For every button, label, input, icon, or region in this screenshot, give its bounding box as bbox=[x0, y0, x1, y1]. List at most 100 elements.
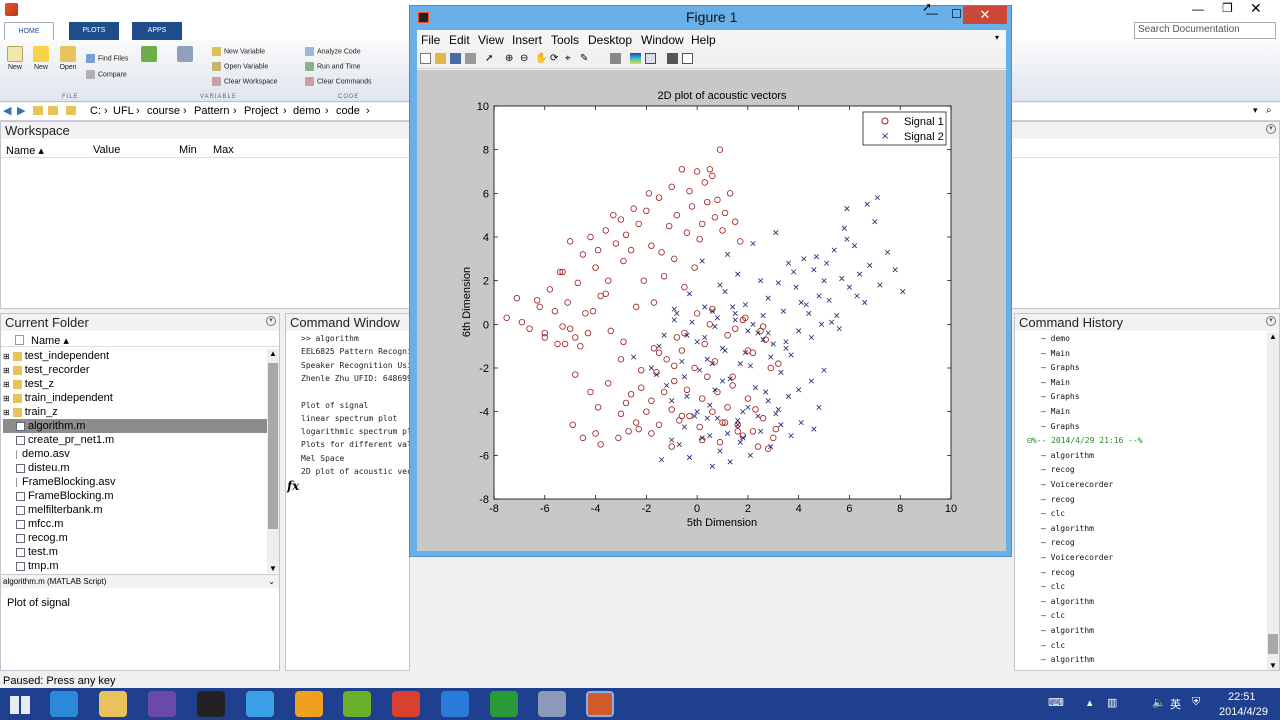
history-item[interactable]: — recog bbox=[1041, 495, 1075, 504]
internet-explorer-icon[interactable] bbox=[50, 691, 78, 717]
history-item[interactable]: — clc bbox=[1041, 641, 1065, 650]
history-session-header[interactable]: ⊟%-- 2014/4/29 21:16 --% bbox=[1027, 436, 1143, 445]
figure-menu-overflow-icon[interactable]: ▾ bbox=[995, 33, 999, 42]
history-item[interactable]: — Voicerecorder bbox=[1041, 480, 1113, 489]
qq-icon[interactable] bbox=[197, 691, 225, 717]
history-item[interactable]: — Graphs bbox=[1041, 422, 1080, 431]
tab-apps[interactable]: APPS bbox=[132, 22, 182, 40]
figure-menu-help[interactable]: Help bbox=[691, 33, 716, 47]
history-item[interactable]: — algorithm bbox=[1041, 524, 1094, 533]
history-item[interactable]: — clc bbox=[1041, 509, 1065, 518]
folder-scroll-thumb[interactable] bbox=[268, 363, 278, 529]
history-item[interactable]: — algorithm bbox=[1041, 597, 1094, 606]
figure-menu-edit[interactable]: Edit bbox=[449, 33, 470, 47]
folder-item[interactable]: create_pr_net1.m bbox=[3, 433, 268, 447]
history-item[interactable]: — clc bbox=[1041, 582, 1065, 591]
windows-start-icon[interactable] bbox=[10, 696, 30, 714]
details-toggle-icon[interactable]: ⌄ bbox=[268, 575, 275, 589]
chart-legend[interactable]: Signal 1 × Signal 2 bbox=[862, 111, 947, 146]
volume-icon[interactable]: 🔈 bbox=[1152, 696, 1166, 709]
find-files-button[interactable]: Find Files bbox=[86, 54, 128, 63]
current-folder-header[interactable]: Name ▴ bbox=[1, 332, 279, 347]
save-workspace-button[interactable] bbox=[170, 46, 200, 64]
folder-item[interactable]: algorithm.m bbox=[3, 419, 268, 433]
link-plot-icon[interactable] bbox=[610, 53, 621, 64]
details-header[interactable]: algorithm.m (MATLAB Script) ⌄ bbox=[1, 574, 279, 588]
pan-icon[interactable]: ✋ bbox=[535, 53, 547, 64]
clear-workspace-button[interactable]: Clear Workspace bbox=[212, 77, 278, 86]
up-folder-icon[interactable] bbox=[33, 106, 43, 115]
folder-item[interactable]: demo.asv bbox=[3, 447, 268, 461]
network-icon[interactable]: ▥ bbox=[1107, 696, 1117, 709]
command-history-menu-icon[interactable]: ▾ bbox=[1266, 316, 1276, 326]
function-browser-icon[interactable]: fx bbox=[287, 479, 299, 493]
figure-window[interactable]: Figure 1 — ☐ ✕ File Edit View Insert Tools De… bbox=[409, 5, 1012, 557]
save-app-icon[interactable] bbox=[538, 691, 566, 717]
figure-canvas[interactable]: -8 -6 -4 -2 0 2 4 6 8 10 -8 -6 -4 -2 0 2 4 6 8 10 2D plot o… bbox=[417, 70, 1006, 551]
history-item[interactable]: — algorithm bbox=[1041, 626, 1094, 635]
history-item[interactable]: — Graphs bbox=[1041, 392, 1080, 401]
ime-indicator[interactable]: 英 bbox=[1170, 696, 1181, 712]
history-item[interactable]: — recog bbox=[1041, 568, 1075, 577]
folder-item[interactable]: melfilterbank.m bbox=[3, 503, 268, 517]
figure-maximize-button[interactable]: ☐ bbox=[951, 7, 962, 21]
history-item[interactable]: — clc bbox=[1041, 611, 1065, 620]
expand-icon[interactable]: ⊞ bbox=[3, 352, 10, 361]
minimize-button[interactable]: — bbox=[1192, 2, 1204, 16]
pointer-icon[interactable]: ➚ bbox=[485, 53, 496, 64]
open-variable-button[interactable]: Open Variable bbox=[212, 62, 268, 71]
legend-icon[interactable] bbox=[645, 53, 656, 64]
history-scroll-thumb[interactable] bbox=[1268, 634, 1278, 654]
run-and-time-button[interactable]: Run and Time bbox=[305, 62, 361, 71]
clock-date[interactable]: 2014/4/29 bbox=[1219, 706, 1268, 718]
maximize-button[interactable]: ❐ bbox=[1222, 1, 1233, 15]
crumb-course[interactable]: course bbox=[147, 105, 180, 117]
analyze-code-button[interactable]: Analyze Code bbox=[305, 47, 361, 56]
current-folder-menu-icon[interactable]: ▾ bbox=[266, 316, 276, 326]
command-window-panel[interactable]: Command Window >> algorithm EEL6825 Patte… bbox=[285, 313, 412, 671]
figure-menu-insert[interactable]: Insert bbox=[512, 33, 542, 47]
history-scrollbar[interactable]: ▲ ▼ bbox=[1267, 332, 1279, 670]
folder-item[interactable]: ⊞ test_independent bbox=[3, 349, 268, 363]
close-button[interactable]: ✕ bbox=[1250, 0, 1262, 17]
crumb-ufl[interactable]: UFL bbox=[113, 105, 134, 117]
folder-item[interactable]: mfcc.m bbox=[3, 517, 268, 531]
expand-icon[interactable]: ⊞ bbox=[3, 380, 10, 389]
save-figure-icon[interactable] bbox=[450, 53, 461, 64]
new-button[interactable]: New bbox=[26, 46, 56, 71]
tab-plots[interactable]: PLOTS bbox=[69, 22, 119, 40]
history-item[interactable]: — algorithm bbox=[1041, 655, 1094, 664]
tab-home[interactable]: HOME bbox=[4, 22, 54, 40]
expand-icon[interactable]: ⊞ bbox=[3, 408, 10, 417]
matlab-taskbar-icon[interactable] bbox=[586, 691, 614, 717]
clock-time[interactable]: 22:51 bbox=[1228, 691, 1256, 703]
figure-menu-view[interactable]: View bbox=[478, 33, 504, 47]
crumb-drive[interactable]: C: bbox=[90, 105, 101, 117]
workspace-col-value[interactable]: Value bbox=[93, 144, 120, 156]
history-item[interactable]: — recog bbox=[1041, 465, 1075, 474]
hide-plot-tools-icon[interactable] bbox=[667, 53, 678, 64]
folder-scroll-down-icon[interactable]: ▼ bbox=[267, 564, 279, 573]
back-icon[interactable]: ◀ bbox=[3, 104, 11, 117]
folder-item[interactable]: FrameBlocking.asv bbox=[3, 475, 268, 489]
history-item[interactable]: — Main bbox=[1041, 349, 1070, 358]
folder-item[interactable]: test.m bbox=[3, 545, 268, 559]
folder-scroll-up-icon[interactable]: ▲ bbox=[267, 349, 279, 358]
crumb-pattern[interactable]: Pattern bbox=[194, 105, 229, 117]
app-green-icon[interactable] bbox=[343, 691, 371, 717]
crumb-project[interactable]: Project bbox=[244, 105, 278, 117]
crumb-demo[interactable]: demo bbox=[293, 105, 321, 117]
scatter-plot[interactable]: -8 -6 -4 -2 0 2 4 6 8 10 -8 -6 -4 -2 0 2 4 6 8 10 2D plot o… bbox=[417, 70, 1006, 551]
browse-folder-icon[interactable] bbox=[48, 106, 58, 115]
tray-arrow-icon[interactable]: ▴ bbox=[1087, 696, 1093, 709]
history-scroll-up-icon[interactable]: ▲ bbox=[1267, 332, 1279, 341]
address-dropdown-icon[interactable]: ▾ bbox=[1253, 105, 1258, 116]
folder-item[interactable]: FrameBlocking.m bbox=[3, 489, 268, 503]
app-g-icon[interactable] bbox=[246, 691, 274, 717]
expand-icon[interactable]: ⊞ bbox=[3, 366, 10, 375]
search-documentation-input[interactable]: Search Documentation bbox=[1134, 22, 1276, 39]
clear-commands-button[interactable]: Clear Commands bbox=[305, 77, 371, 86]
expand-icon[interactable]: ⊞ bbox=[3, 394, 10, 403]
open-file-icon[interactable] bbox=[435, 53, 446, 64]
folder-item[interactable]: ⊞ test_recorder bbox=[3, 363, 268, 377]
